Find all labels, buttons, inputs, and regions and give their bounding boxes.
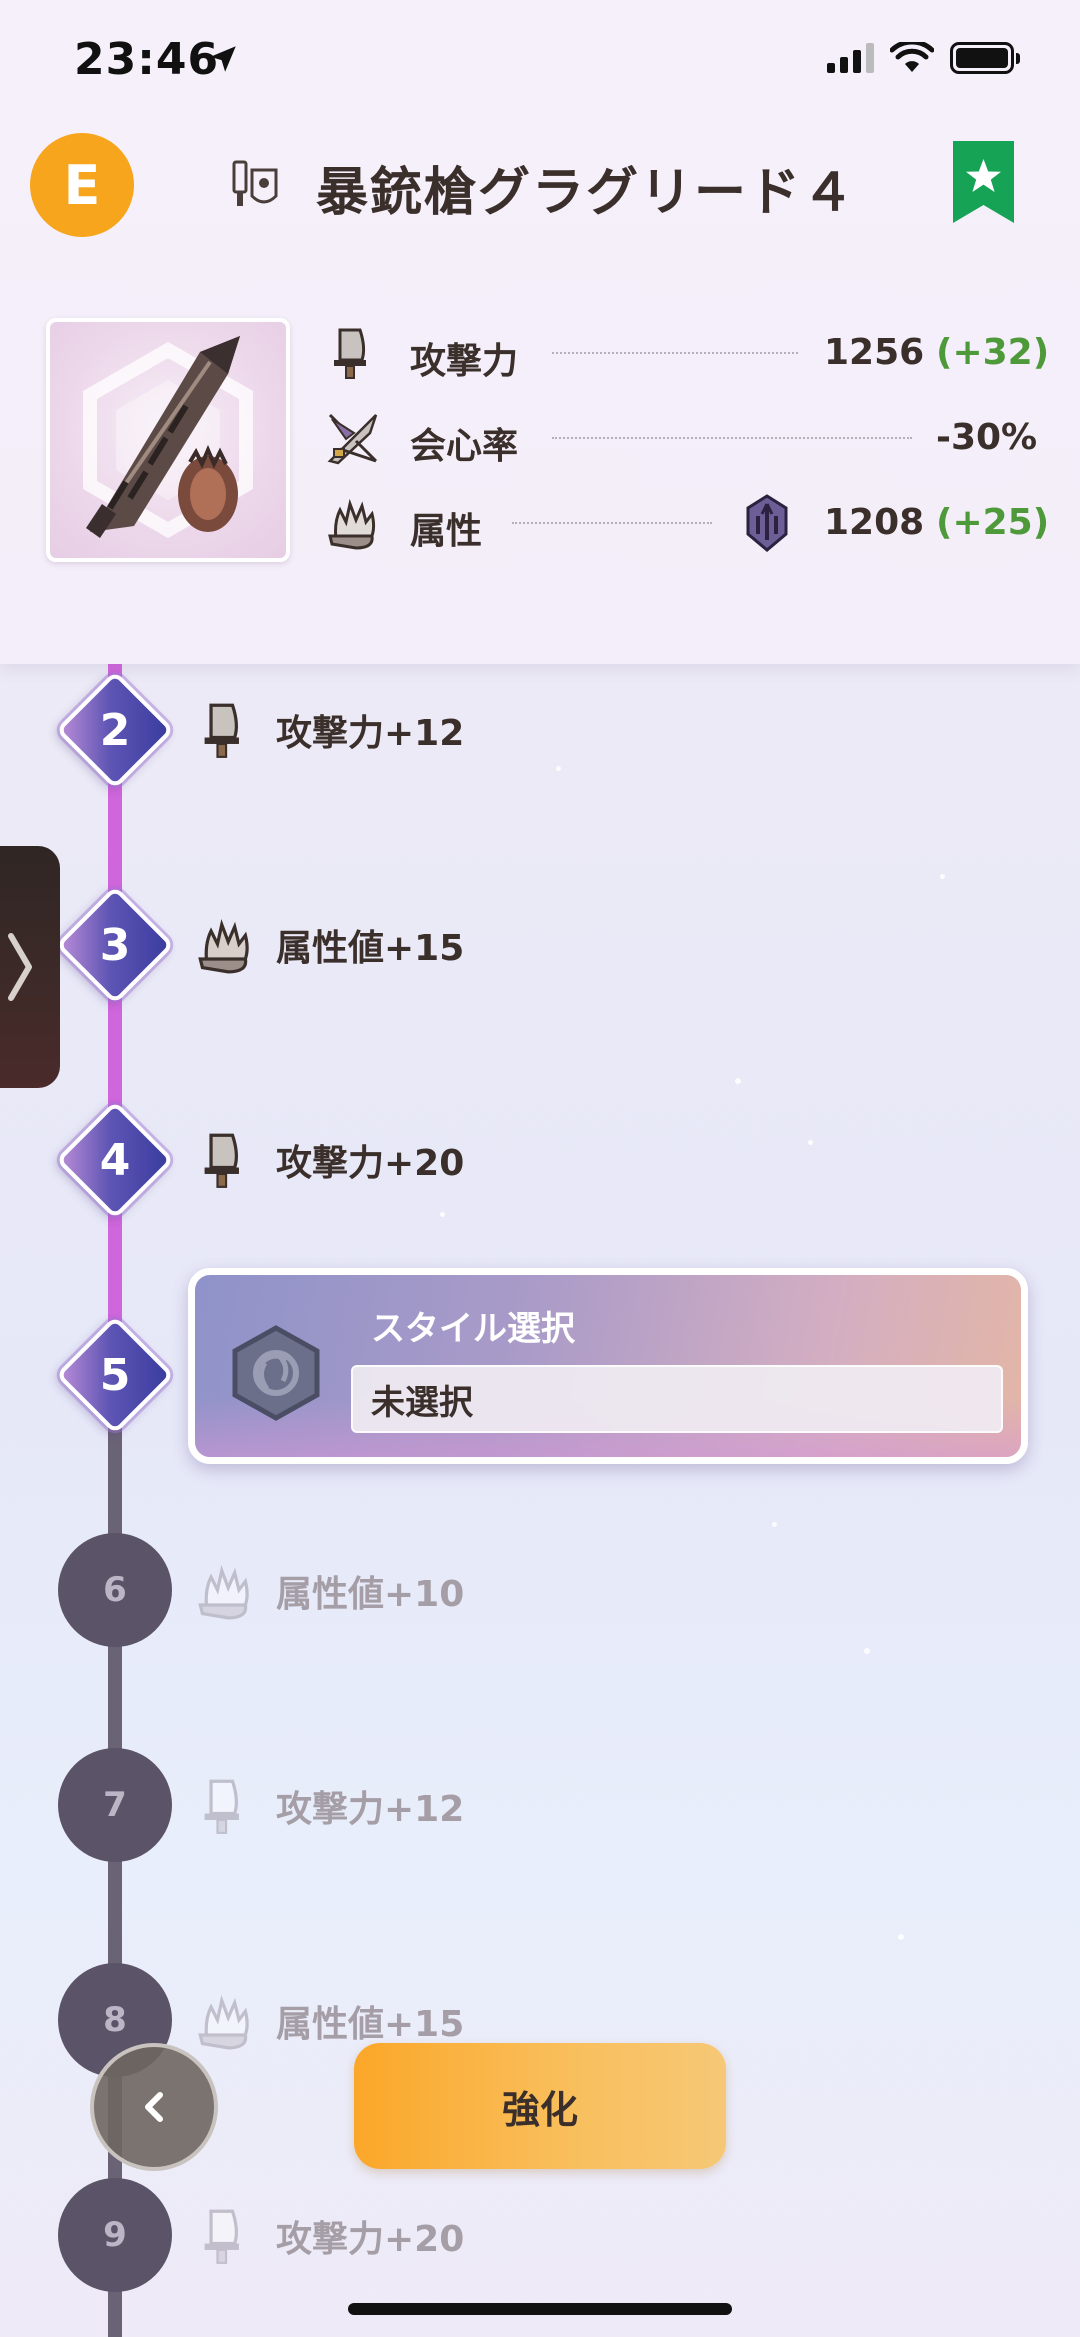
stat-element: 属性 1208 (+25) [326, 492, 1049, 552]
element-flame-icon [198, 1994, 249, 2050]
attack-blade-icon [204, 2209, 239, 2264]
affinity-crossed-blades-icon [327, 413, 378, 465]
level-node-2[interactable]: 2 [55, 670, 175, 790]
level-node-4[interactable]: 4 [55, 1100, 175, 1220]
dotted-divider [552, 352, 798, 354]
attack-blade-icon [204, 1133, 239, 1188]
rank-badge[interactable]: E [30, 133, 134, 237]
gunlance-type-icon [232, 160, 278, 206]
cellular-signal-icon [827, 43, 874, 73]
wifi-icon [890, 42, 934, 72]
reward-text: 属性値+15 [276, 928, 465, 969]
sparkle-decoration [864, 1648, 870, 1654]
attack-label: 攻撃力 [410, 341, 519, 382]
level-node-6[interactable]: 6 [58, 1533, 172, 1647]
element-flame-icon [198, 1564, 249, 1620]
location-arrow-icon [210, 46, 236, 72]
sparkle-decoration [808, 1140, 813, 1145]
back-button[interactable] [90, 2043, 218, 2171]
weapon-header-panel: 23:46 E 暴銃槍グラグリード４ 攻撃力 1256 (+32) 会心率 -3… [0, 0, 1080, 664]
battery-icon [950, 42, 1020, 74]
attack-blade-icon [204, 1779, 239, 1834]
status-time: 23:46 [74, 34, 220, 85]
reward-text: 攻撃力+20 [276, 2219, 465, 2260]
style-select-dropdown[interactable]: 未選択 [351, 1365, 1003, 1433]
element-flame-icon [198, 918, 249, 974]
level-node-9[interactable]: 9 [58, 2178, 172, 2292]
reward-level-6: 属性値+10 [196, 1556, 464, 1626]
weapon-image [46, 318, 290, 562]
reward-level-9: 攻撃力+20 [196, 2201, 464, 2271]
enhance-button[interactable]: 強化 [354, 2043, 726, 2169]
reward-text: 攻撃力+12 [276, 1789, 465, 1830]
attack-blade-icon [204, 703, 239, 758]
dotted-divider [512, 522, 712, 524]
style-hex-icon [232, 1325, 320, 1421]
element-flame-icon [328, 498, 376, 550]
sparkle-decoration [772, 1522, 777, 1527]
reward-text: 属性値+10 [276, 1574, 465, 1615]
affinity-label: 会心率 [410, 426, 519, 467]
dotted-divider [552, 437, 912, 439]
attack-value: 1256 [824, 332, 925, 373]
element-value: 1208 [824, 502, 925, 543]
reward-level-4: 攻撃力+20 [196, 1125, 464, 1195]
element-bonus: (+25) [936, 502, 1050, 543]
dragon-element-icon [746, 494, 788, 552]
level-node-3[interactable]: 3 [55, 885, 175, 1005]
sparkle-decoration [440, 1212, 445, 1217]
style-select-card[interactable]: スタイル選択 未選択 [188, 1268, 1028, 1464]
status-indicators [827, 42, 1020, 74]
sparkle-decoration [940, 874, 945, 879]
attack-blade-icon [334, 328, 366, 379]
sparkle-decoration [556, 766, 561, 771]
home-indicator[interactable] [348, 2303, 732, 2315]
reward-level-3: 属性値+15 [196, 910, 464, 980]
chevron-right-icon [8, 933, 32, 1001]
weapon-title: 暴銃槍グラグリード４ [316, 163, 857, 223]
affinity-value: -30% [936, 417, 1038, 458]
reward-level-7: 攻撃力+12 [196, 1771, 464, 1841]
sparkle-decoration [735, 1078, 741, 1084]
level-node-5[interactable]: 5 [55, 1315, 175, 1435]
sparkle-decoration [898, 1934, 904, 1940]
weapon-artwork [83, 336, 253, 539]
side-drawer-tab[interactable] [0, 846, 60, 1088]
stat-affinity: 会心率 -30% [326, 407, 1037, 467]
style-select-title: スタイル選択 [371, 1309, 575, 1349]
favorite-star-icon[interactable] [953, 141, 1014, 223]
chevron-left-icon [145, 2092, 163, 2122]
reward-text: 攻撃力+12 [276, 713, 465, 754]
reward-text: 攻撃力+20 [276, 1143, 465, 1184]
reward-text: 属性値+15 [276, 2004, 465, 2045]
attack-bonus: (+32) [936, 332, 1050, 373]
element-label: 属性 [410, 511, 483, 552]
level-node-7[interactable]: 7 [58, 1748, 172, 1862]
stat-attack: 攻撃力 1256 (+32) [326, 322, 1049, 382]
reward-level-2: 攻撃力+12 [196, 695, 464, 765]
